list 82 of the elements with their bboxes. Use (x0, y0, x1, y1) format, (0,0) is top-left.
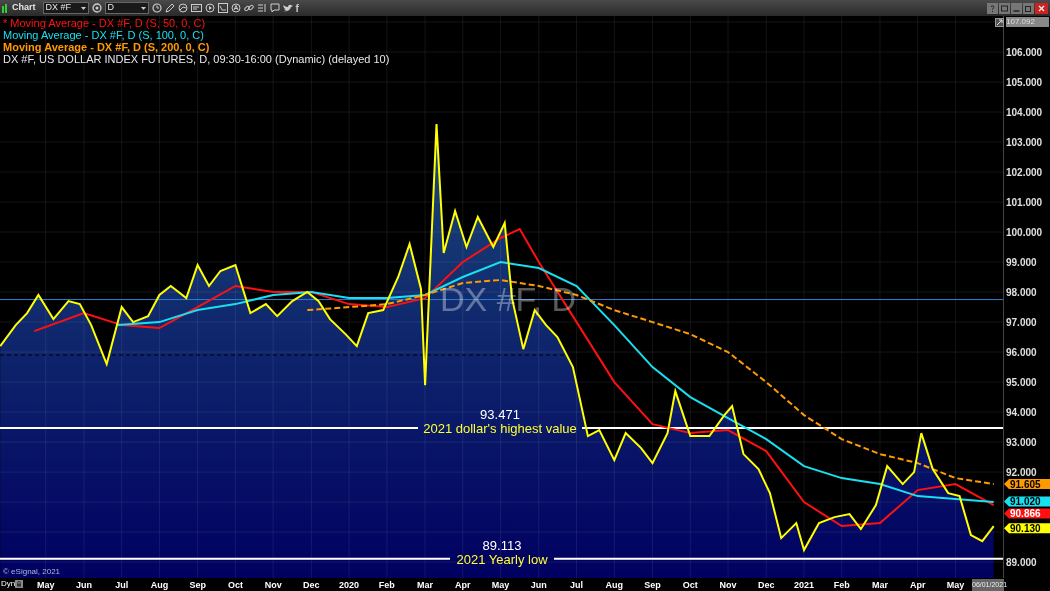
axis-label: 98.000 (1006, 287, 1037, 299)
axis-label: 2020 (339, 580, 360, 590)
minimize-icon[interactable] (1011, 2, 1022, 14)
window-title: Chart (12, 1, 36, 15)
axis-label: 106.000 (1006, 47, 1043, 58)
level-value: 89.113 (482, 537, 522, 553)
axis-label: 94.000 (1006, 407, 1037, 419)
axis-label: 89.000 (1006, 557, 1037, 569)
help-icon[interactable] (987, 2, 998, 14)
level-caption: 2021 dollar's highest value (423, 420, 577, 436)
axis-label: Apr (455, 580, 471, 590)
axis-label: Jun (75, 580, 92, 590)
axis-label: May (946, 580, 965, 590)
price-tag: 91.020 (1004, 496, 1050, 508)
axis-label: Dec (758, 580, 775, 590)
facebook-button[interactable]: f (295, 0, 299, 16)
axis-label: Jul (570, 580, 584, 590)
axis-label: 99.000 (1006, 257, 1037, 269)
note-icon[interactable] (190, 3, 202, 13)
axis-label: Sep (644, 580, 661, 590)
interval-field[interactable]: D (104, 2, 149, 14)
link-window-icon[interactable] (999, 2, 1010, 14)
dyn-button[interactable]: Dyn (1, 579, 16, 589)
list-icon[interactable] (256, 3, 267, 13)
axis-label: 100.000 (1006, 227, 1043, 239)
axis-label: Feb (833, 580, 850, 590)
legend-entry: Moving Average - DX #F, D (S, 100, 0, C) (3, 29, 205, 41)
copyright-text: © eSignal, 2021 (3, 567, 61, 576)
axis-label: Mar (417, 580, 434, 590)
axis-label: Nov (264, 580, 282, 590)
restore-icon[interactable] (1023, 2, 1034, 14)
axis-label: May (36, 580, 55, 590)
caret-icon (80, 6, 86, 10)
axis-label: 103.000 (1006, 137, 1043, 148)
axis-label: Apr (909, 580, 926, 590)
legend-entry: DX #F, US DOLLAR INDEX FUTURES, D, 09:30-16:00 (Dynamic) (delayed 10) (3, 53, 390, 65)
axis-label: 101.000 (1006, 197, 1043, 209)
axis-label: Sep (189, 580, 206, 590)
speech-bubble-icon[interactable] (269, 3, 280, 13)
legend-entry: * Moving Average - DX #F, D (S, 50, 0, C) (3, 17, 207, 29)
axis-label: May (491, 580, 510, 590)
symbol-field[interactable]: DX #F (42, 2, 89, 14)
settings-icon[interactable] (91, 3, 102, 13)
axis-label: Aug (605, 580, 624, 590)
price-tag: 91.605 (1004, 478, 1050, 490)
close-icon[interactable] (1035, 2, 1048, 14)
expand-icon[interactable] (995, 18, 1004, 27)
axis-label: Jul (115, 580, 129, 590)
legend-entry: Moving Average - DX #F, D (S, 200, 0, C) (3, 41, 211, 53)
level-value: 93.471 (480, 406, 520, 422)
caret-icon (140, 6, 146, 10)
axis-label: 97.000 (1006, 317, 1037, 329)
clock-icon[interactable] (151, 3, 162, 13)
pencil-icon[interactable] (164, 3, 175, 13)
level-caption: 2021 Yearly low (456, 551, 548, 567)
axis-label: Dec (303, 580, 320, 590)
price-tag: 90.130 (1004, 523, 1050, 535)
axis-label: 95.000 (1006, 377, 1037, 389)
axis-label: Mar (871, 580, 888, 590)
axis-label: Jun (530, 580, 547, 590)
link-icon[interactable] (243, 3, 254, 13)
play-icon[interactable] (204, 3, 215, 13)
axis-label: Oct (227, 580, 243, 590)
axis-label: 93.000 (1006, 437, 1037, 449)
axis-label: Feb (378, 580, 395, 590)
axis-label: 96.000 (1006, 347, 1037, 359)
chart-icon (2, 3, 9, 13)
axis-label: 102.000 (1006, 167, 1043, 179)
chart-box-icon[interactable] (217, 3, 228, 13)
lock-icon[interactable] (15, 580, 23, 588)
axis-label: Oct (682, 580, 698, 590)
axis-top-value: 107.092 (1006, 17, 1049, 27)
bird-icon[interactable] (282, 3, 293, 13)
axis-label: 105.000 (1006, 77, 1043, 88)
axis-label: 2021 (794, 580, 814, 590)
alert-circle-icon[interactable] (230, 3, 241, 13)
axis-label: Aug (150, 580, 169, 590)
axis-label: Nov (719, 580, 737, 590)
axis-label: 92.000 (1006, 467, 1037, 479)
line-tool-icon[interactable] (177, 3, 188, 13)
price-tag: 90.866 (1004, 508, 1050, 520)
axis-label: 104.000 (1006, 107, 1043, 118)
